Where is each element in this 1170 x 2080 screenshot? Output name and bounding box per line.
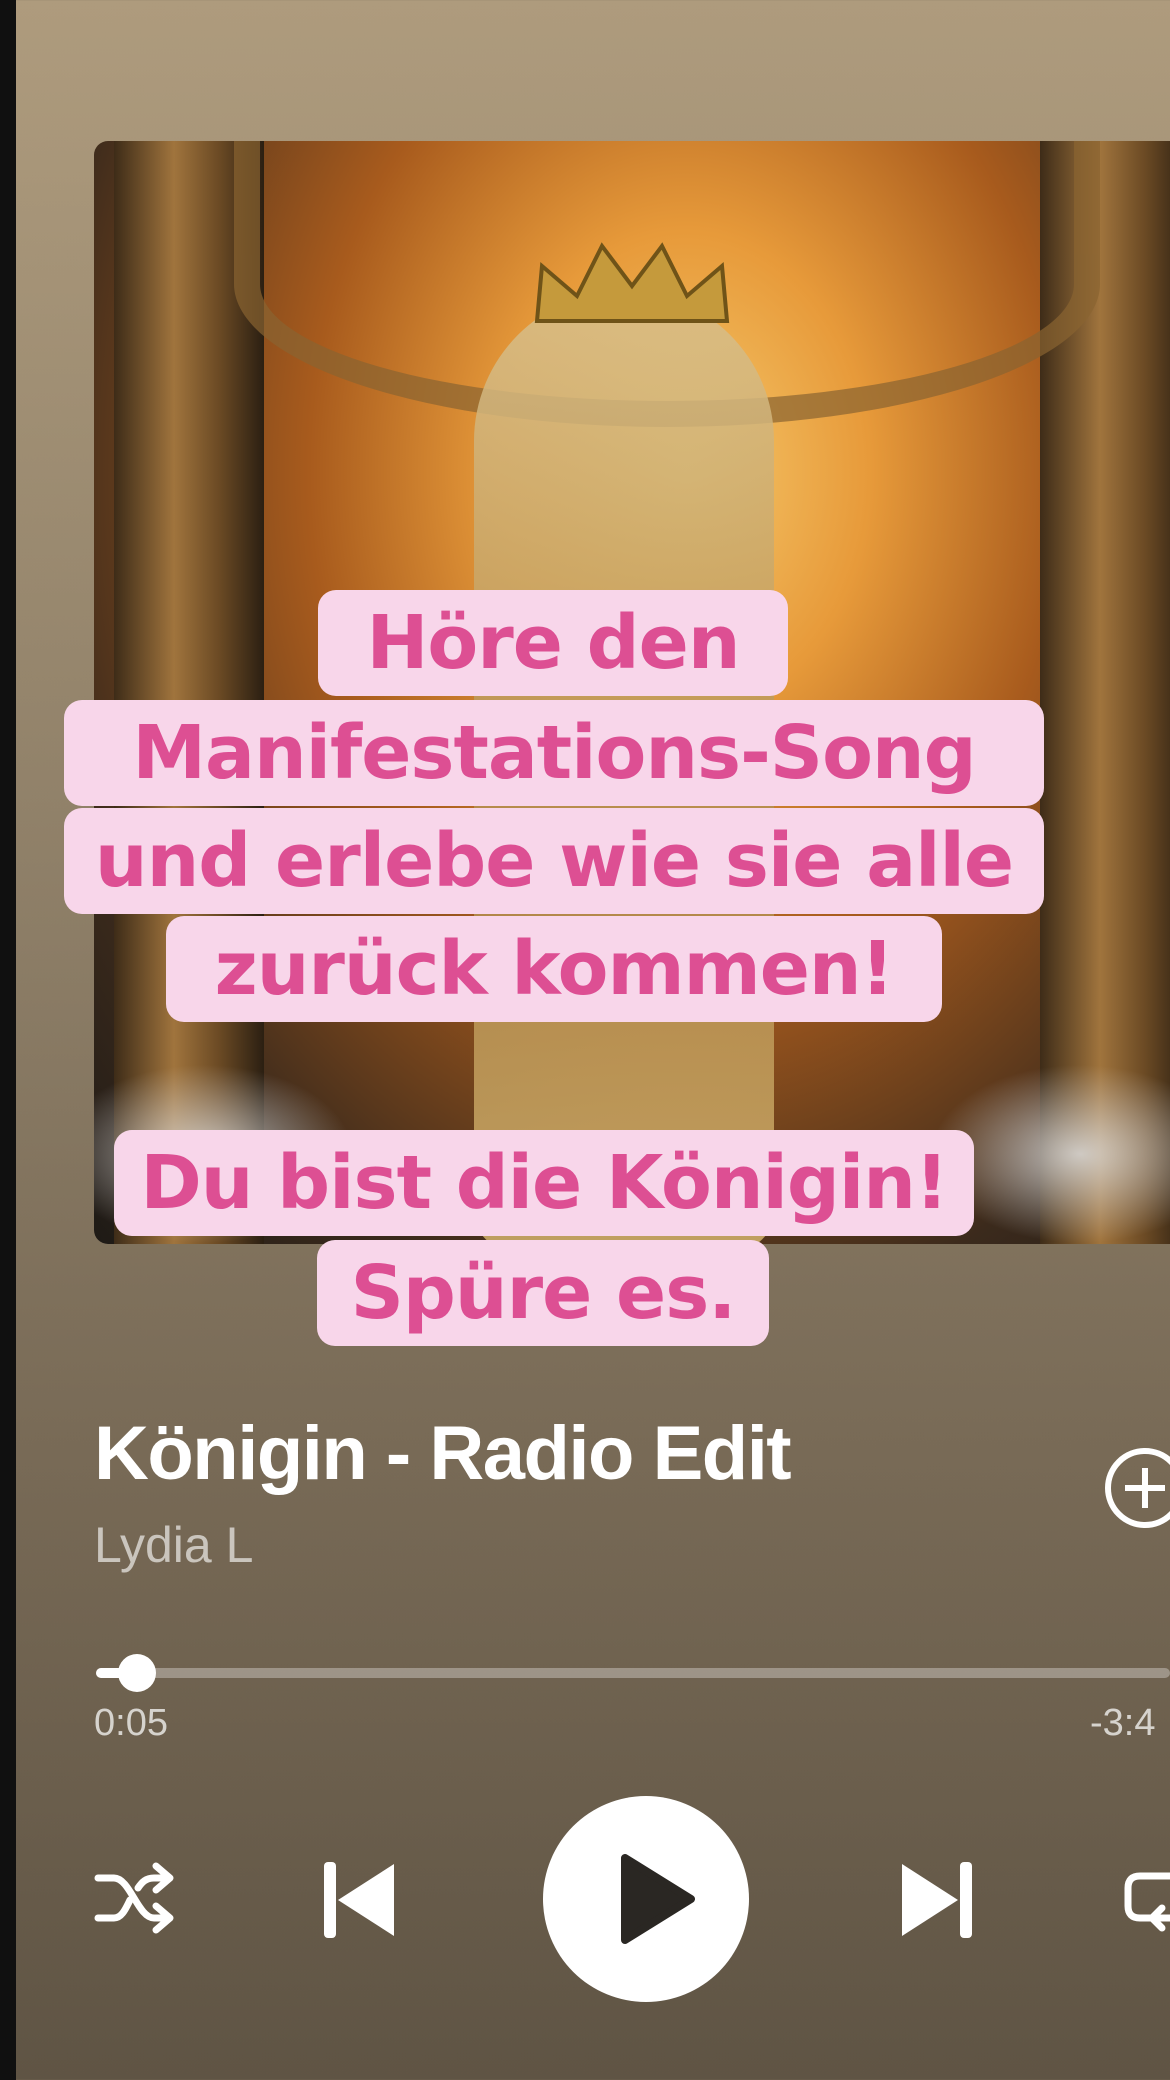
play-icon (621, 1854, 695, 1944)
track-artist[interactable]: Lydia L (94, 1516, 253, 1574)
caption-2-line-2: Spüre es. (317, 1240, 769, 1346)
next-icon[interactable] (900, 1860, 976, 1940)
screen-left-edge (0, 0, 16, 2080)
remaining-time: -3:4 (1090, 1702, 1156, 1744)
caption-1-line-2: Manifestations-Song (64, 700, 1044, 806)
track-title: Königin - Radio Edit (94, 1411, 792, 1496)
caption-1-line-4: zurück kommen! (166, 916, 942, 1022)
progress-handle[interactable] (118, 1654, 156, 1692)
caption-1-line-1: Höre den (318, 590, 788, 696)
caption-2-line-1: Du bist die Königin! (114, 1130, 974, 1236)
repeat-icon[interactable] (1122, 1866, 1170, 1936)
crown-icon (534, 242, 730, 323)
add-icon[interactable] (1105, 1448, 1170, 1528)
progress-bar[interactable] (96, 1668, 1170, 1678)
elapsed-time: 0:05 (94, 1702, 168, 1744)
previous-icon[interactable] (320, 1860, 396, 1940)
play-button[interactable] (543, 1796, 749, 2002)
caption-1-line-3: und erlebe wie sie alle (64, 808, 1044, 914)
shuffle-icon[interactable] (94, 1862, 174, 1934)
